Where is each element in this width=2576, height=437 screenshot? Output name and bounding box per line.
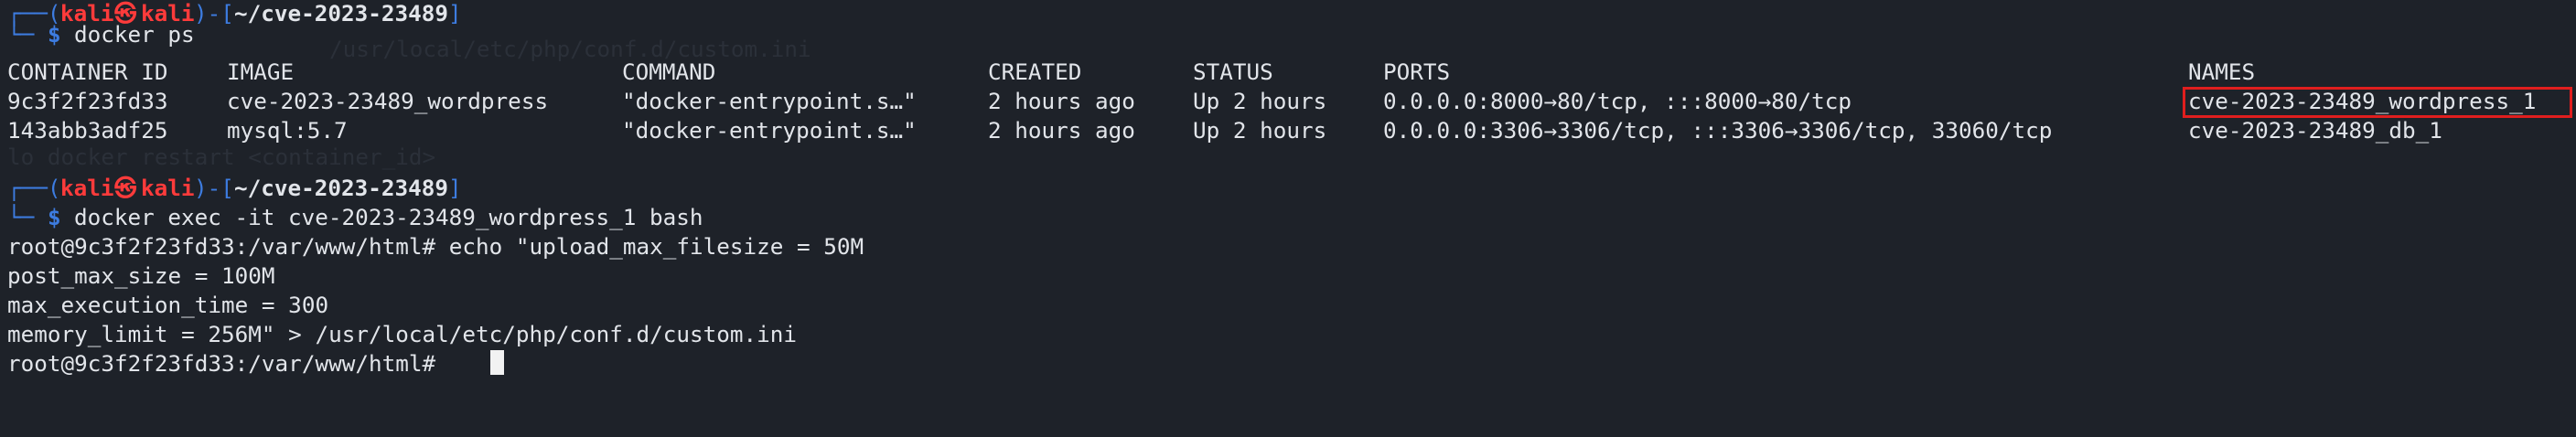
cell-ports: 0.0.0.0:3306→3306/tcp, :::3306→3306/tcp,… bbox=[1383, 117, 2053, 144]
prompt-user: kali bbox=[60, 175, 114, 201]
table-row: 143abb3adf25 mysql:5.7 "docker-entrypoin… bbox=[7, 116, 2442, 145]
cell-command: "docker-entrypoint.s…" bbox=[622, 88, 917, 114]
terminal-window[interactable]: /usr/local/etc/php/conf.d/custom.ini lo … bbox=[0, 0, 2576, 389]
prompt-frame: ] bbox=[448, 0, 462, 27]
prompt-dollar: $ bbox=[48, 204, 61, 230]
prompt-input-1: └─ $ docker ps bbox=[7, 20, 195, 49]
prompt-frame: ┌──( bbox=[7, 175, 61, 201]
cell-created: 2 hours ago bbox=[988, 88, 1135, 114]
shell-line: post_max_size = 100M bbox=[7, 261, 275, 291]
shell-text: memory_limit = 256M" > /usr/local/etc/ph… bbox=[7, 321, 798, 347]
header-status: STATUS bbox=[1193, 59, 1273, 85]
prompt-frame: )-[ bbox=[194, 0, 234, 27]
cell-image: cve-2023-23489_wordpress bbox=[227, 88, 549, 114]
shell-text: root@9c3f2f23fd33:/var/www/html# echo "u… bbox=[7, 233, 864, 260]
table-row: 9c3f2f23fd33 cve-2023-23489_wordpress "d… bbox=[7, 87, 2536, 116]
prompt-frame: └─ bbox=[7, 21, 35, 48]
table-header: CONTAINER ID IMAGE COMMAND CREATED STATU… bbox=[7, 58, 2255, 87]
prompt-path: ~/cve-2023-23489 bbox=[234, 0, 449, 27]
highlight-box bbox=[2183, 87, 2572, 118]
cell-names: cve-2023-23489_db_1 bbox=[2188, 117, 2442, 144]
cell-status: Up 2 hours bbox=[1193, 117, 1327, 144]
header-image: IMAGE bbox=[227, 59, 295, 85]
text-cursor[interactable] bbox=[490, 350, 504, 375]
header-command: COMMAND bbox=[622, 59, 716, 85]
cell-image: mysql:5.7 bbox=[227, 117, 348, 144]
header-container-id: CONTAINER ID bbox=[7, 59, 168, 85]
prompt-frame: ] bbox=[448, 175, 462, 201]
prompt-frame: └─ bbox=[7, 204, 35, 230]
prompt-frame: )-[ bbox=[194, 175, 234, 201]
prompt-dollar: $ bbox=[48, 21, 61, 48]
shell-text: max_execution_time = 300 bbox=[7, 292, 329, 318]
command-text: docker ps bbox=[74, 21, 195, 48]
command-text: docker exec -it cve-2023-23489_wordpress… bbox=[74, 204, 703, 230]
prompt-at-symbol: ㉿ bbox=[114, 175, 137, 201]
header-created: CREATED bbox=[988, 59, 1082, 85]
shell-text: post_max_size = 100M bbox=[7, 262, 275, 289]
cell-created: 2 hours ago bbox=[988, 117, 1135, 144]
ghost-text: /usr/local/etc/php/conf.d/custom.ini bbox=[329, 36, 811, 62]
header-names: NAMES bbox=[2188, 59, 2256, 85]
cell-container-id: 143abb3adf25 bbox=[7, 117, 168, 144]
shell-line: max_execution_time = 300 bbox=[7, 291, 328, 320]
prompt-header-2: ┌──( kali ㉿ kali )-[ ~/cve-2023-23489 ] bbox=[7, 174, 462, 203]
header-ports: PORTS bbox=[1383, 59, 1451, 85]
shell-line: root@9c3f2f23fd33:/var/www/html# bbox=[7, 349, 435, 378]
prompt-input-2: └─ $ docker exec -it cve-2023-23489_word… bbox=[7, 203, 703, 232]
shell-prompt: root@9c3f2f23fd33:/var/www/html# bbox=[7, 350, 449, 377]
cell-command: "docker-entrypoint.s…" bbox=[622, 117, 917, 144]
cell-container-id: 9c3f2f23fd33 bbox=[7, 88, 168, 114]
prompt-path: ~/cve-2023-23489 bbox=[234, 175, 449, 201]
shell-line: root@9c3f2f23fd33:/var/www/html# echo "u… bbox=[7, 232, 864, 261]
prompt-host: kali bbox=[141, 175, 195, 201]
cell-ports: 0.0.0.0:8000→80/tcp, :::8000→80/tcp bbox=[1383, 88, 1852, 114]
ghost-text: lo docker restart <container_id> bbox=[7, 144, 436, 170]
cell-status: Up 2 hours bbox=[1193, 88, 1327, 114]
shell-line: memory_limit = 256M" > /usr/local/etc/ph… bbox=[7, 320, 797, 349]
